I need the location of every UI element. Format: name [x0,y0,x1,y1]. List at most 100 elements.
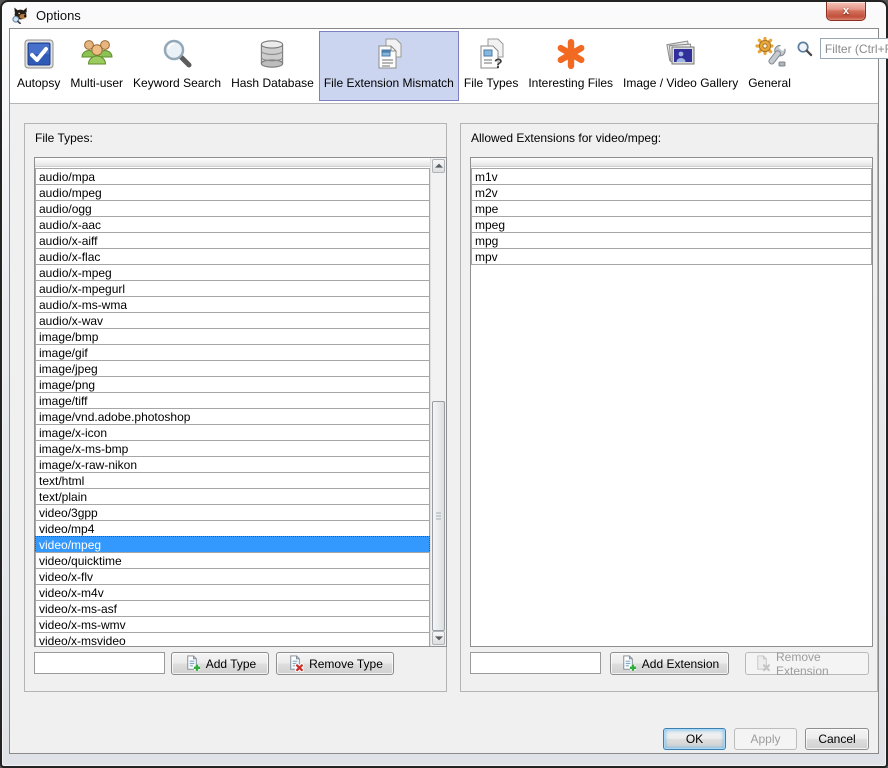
cancel-button[interactable]: Cancel [805,728,869,750]
gallery-icon [663,34,699,74]
file-types-scrollbar[interactable] [430,158,446,646]
tab-label: Multi-user [70,76,123,90]
options-toolbar: Autopsy Multi-user [10,29,878,104]
scroll-thumb[interactable] [432,401,445,631]
new-extension-input[interactable] [470,652,601,674]
extensions-rows: m1vm2vmpempegmpgmpv [471,168,872,646]
tab-autopsy[interactable]: Autopsy [12,31,65,101]
tab-label: Keyword Search [133,76,221,90]
file-type-row[interactable]: audio/x-flac [35,248,430,265]
file-type-row[interactable]: video/x-flv [35,568,430,585]
file-type-row[interactable]: image/x-raw-nikon [35,456,430,473]
tab-label: General [748,76,791,90]
remove-type-button[interactable]: Remove Type [276,652,394,675]
add-extension-button[interactable]: Add Extension [610,652,729,675]
dialog-body: Autopsy Multi-user [9,28,879,754]
tab-keyword-search[interactable]: Keyword Search [128,31,226,101]
remove-extension-button[interactable]: Remove Extension [745,652,869,675]
file-type-row[interactable]: image/jpeg [35,360,430,377]
multi-user-icon [79,34,115,74]
file-type-row[interactable]: image/gif [35,344,430,361]
file-type-row[interactable]: audio/x-aiff [35,232,430,249]
tab-file-extension-mismatch[interactable]: File Extension Mismatch [319,31,459,101]
file-type-row[interactable]: video/quicktime [35,552,430,569]
allowed-extensions-group: Allowed Extensions for video/mpeg: m1vm2… [460,123,878,692]
file-type-row[interactable]: image/bmp [35,328,430,345]
add-document-icon [184,655,201,672]
extension-row[interactable]: m1v [471,168,872,185]
extension-row[interactable]: mpv [471,248,872,265]
button-label: Add Extension [642,657,719,671]
allowed-extensions-label: Allowed Extensions for video/mpeg: [471,131,661,145]
add-type-button[interactable]: Add Type [171,652,269,675]
tab-label: Hash Database [231,76,314,90]
remove-document-icon [287,655,304,672]
file-types-rows: audio/mpaaudio/mpegaudio/oggaudio/x-aaca… [35,168,430,646]
file-type-row[interactable]: image/x-icon [35,424,430,441]
file-type-row[interactable]: audio/ogg [35,200,430,217]
tab-label: Autopsy [17,76,60,90]
tab-image-video-gallery[interactable]: Image / Video Gallery [618,31,743,101]
tab-multi-user[interactable]: Multi-user [65,31,128,101]
button-label: Remove Extension [776,650,860,678]
tab-file-types[interactable]: ? File Types [459,31,523,101]
scroll-down-button[interactable] [432,631,445,645]
file-types-list: audio/mpaaudio/mpegaudio/oggaudio/x-aaca… [34,157,447,647]
file-types-icon: ? [473,34,509,74]
file-type-row[interactable]: image/png [35,376,430,393]
filter-input[interactable] [820,38,888,59]
file-type-row[interactable]: image/tiff [35,392,430,409]
new-type-input[interactable] [34,652,165,674]
tab-interesting-files[interactable]: Interesting Files [523,31,618,101]
scroll-up-button[interactable] [432,159,445,173]
extension-row[interactable]: m2v [471,184,872,201]
tab-label: File Extension Mismatch [324,76,454,90]
tab-label: Image / Video Gallery [623,76,738,90]
file-type-row[interactable]: text/html [35,472,430,489]
magnifier-icon [160,34,194,74]
extension-row[interactable]: mpeg [471,216,872,233]
remove-document-icon [754,655,771,672]
ok-button[interactable]: OK [663,728,726,750]
file-type-row[interactable]: audio/x-mpegurl [35,280,430,297]
asterisk-icon [553,34,589,74]
autopsy-dog-icon [11,7,30,24]
file-type-row[interactable]: audio/mpa [35,168,430,185]
file-type-row[interactable]: audio/mpeg [35,184,430,201]
button-label: Remove Type [309,657,383,671]
file-type-row[interactable]: audio/x-mpeg [35,264,430,281]
file-type-row[interactable]: image/vnd.adobe.photoshop [35,408,430,425]
tab-label: File Types [464,76,518,90]
window-title: Options [36,8,81,23]
mismatch-settings-panel: File Types: audio/mpaaudio/mpegaudio/ogg… [10,104,878,753]
dialog-footer: OK Apply Cancel [663,728,869,750]
file-type-row[interactable]: video/x-msvideo [35,632,430,646]
close-button[interactable]: x [826,2,866,21]
file-extension-mismatch-icon [371,34,407,74]
list-header [35,158,446,167]
options-window: Options x Autopsy [0,0,888,768]
file-type-row[interactable]: audio/x-aac [35,216,430,233]
file-types-label: File Types: [35,131,93,145]
file-type-row[interactable]: audio/x-ms-wma [35,296,430,313]
file-type-row[interactable]: audio/x-wav [35,312,430,329]
file-type-row[interactable]: text/plain [35,488,430,505]
file-types-group: File Types: audio/mpaaudio/mpegaudio/ogg… [24,123,447,692]
apply-button[interactable]: Apply [734,728,797,750]
file-type-row[interactable]: video/mp4 [35,520,430,537]
file-type-row[interactable]: video/mpeg [35,536,430,553]
titlebar: Options x [2,2,886,28]
file-type-row[interactable]: video/3gpp [35,504,430,521]
tab-hash-database[interactable]: Hash Database [226,31,319,101]
file-type-row[interactable]: video/x-ms-asf [35,600,430,617]
extension-row[interactable]: mpg [471,232,872,249]
file-type-row[interactable]: video/x-m4v [35,584,430,601]
tab-general[interactable]: General [743,31,796,101]
file-type-row[interactable]: image/x-ms-bmp [35,440,430,457]
extensions-list: m1vm2vmpempegmpgmpv [470,157,873,647]
extension-row[interactable]: mpe [471,200,872,217]
file-type-row[interactable]: video/x-ms-wmv [35,616,430,633]
filter-area [796,29,888,103]
autopsy-checkbox-icon [22,34,56,74]
list-header [471,158,872,167]
